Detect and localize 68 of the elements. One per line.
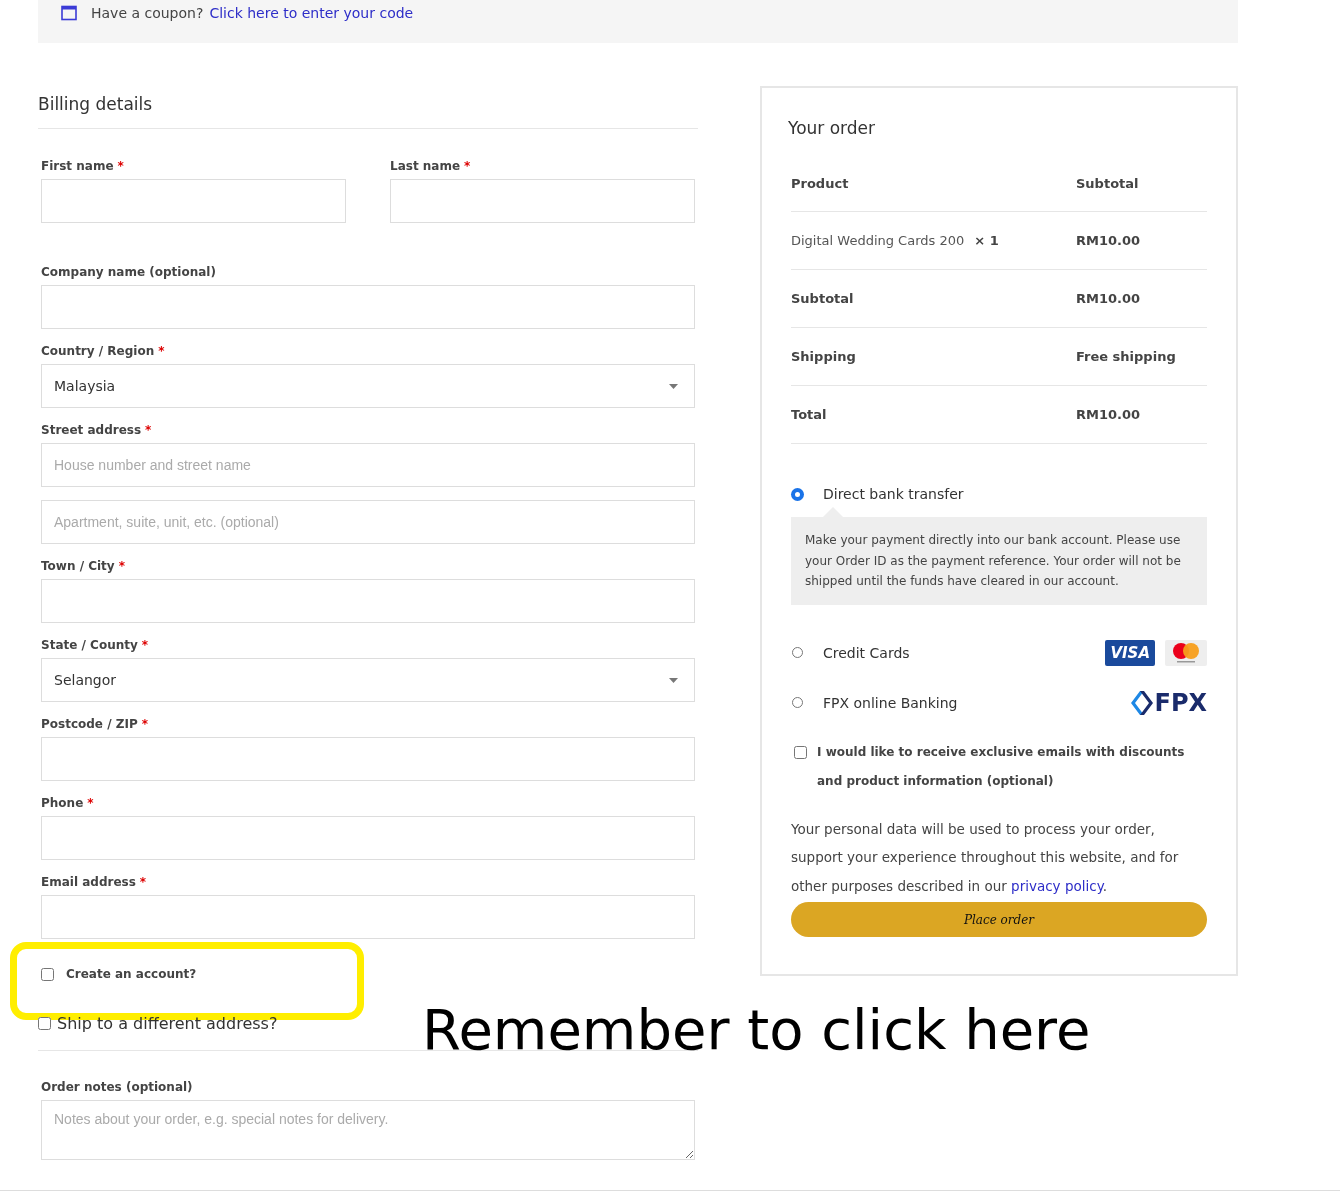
coupon-text: Have a coupon? bbox=[91, 5, 204, 21]
required-mark: * bbox=[141, 638, 149, 652]
window-icon bbox=[61, 5, 77, 21]
section-title: Your order bbox=[788, 118, 877, 138]
checkbox[interactable] bbox=[41, 967, 54, 981]
caret-icon bbox=[669, 677, 678, 683]
required-mark: * bbox=[117, 159, 124, 173]
table-cell: RM10.00 bbox=[1076, 291, 1141, 306]
privacy-text: Your personal data will be used to process your order, support your experience throughout this website, and for other purposes described in our privacy policy. bbox=[791, 819, 1180, 896]
field-label: Town / City * bbox=[41, 559, 126, 573]
field-label: Last name * bbox=[390, 159, 472, 173]
input-field[interactable] bbox=[41, 579, 695, 623]
notes-field[interactable]: Notes about your order, e.g. special notes for delivery. bbox=[41, 1100, 695, 1160]
table-cell: Free shipping bbox=[1076, 349, 1176, 364]
select-field[interactable]: Malaysia bbox=[41, 364, 695, 408]
privacy-link[interactable]: privacy policy bbox=[1011, 877, 1103, 894]
table-cell: RM10.00 bbox=[1076, 407, 1141, 422]
caret-icon bbox=[669, 383, 678, 389]
column-header: Product bbox=[791, 176, 850, 191]
card-logo-icon bbox=[1165, 639, 1207, 666]
payment-description: Make your payment directly into our bank account. Please use your Order ID as the payment reference. Your order will not be shipped until the funds have cleared in our account. bbox=[791, 517, 1207, 605]
field-label: Order notes (optional) bbox=[41, 1080, 194, 1094]
input-field[interactable]: House number and street name bbox=[41, 443, 695, 487]
payment-label: Direct bank transfer bbox=[823, 486, 964, 502]
input-field[interactable]: Apartment, suite, unit, etc. (optional) bbox=[41, 500, 695, 544]
field-label: State / County * bbox=[41, 638, 150, 652]
required-mark: * bbox=[464, 159, 471, 173]
checkbox-label: Create an account? bbox=[66, 967, 197, 981]
annotation-text: Remember to click here bbox=[422, 996, 1091, 1064]
field-label: Postcode / ZIP * bbox=[41, 717, 149, 731]
product-name: Digital Wedding Cards 200 bbox=[791, 233, 965, 248]
field-label: Company name (optional) bbox=[41, 265, 217, 279]
required-mark: * bbox=[145, 423, 152, 437]
place-order-button[interactable]: Place order bbox=[791, 902, 1207, 937]
required-mark: * bbox=[118, 559, 125, 573]
input-field[interactable] bbox=[41, 285, 695, 329]
checkbox[interactable] bbox=[794, 745, 807, 759]
table-cell-text: Total bbox=[791, 407, 828, 422]
select-field[interactable]: Selangor bbox=[41, 658, 695, 702]
checkbox-label: I would like to receive exclusive emails with discounts and product information (optional) bbox=[817, 743, 1186, 790]
field-label: Phone * bbox=[41, 796, 95, 810]
table-cell-text: Subtotal bbox=[791, 291, 855, 306]
checkbox-label: Ship to a different address? bbox=[57, 1014, 278, 1033]
field-label: First name * bbox=[41, 159, 125, 173]
bank-logo: FPX bbox=[1130, 688, 1207, 717]
section-title: Billing details bbox=[38, 94, 698, 129]
field-label: Email address * bbox=[41, 875, 148, 889]
input-field[interactable] bbox=[41, 737, 695, 781]
required-mark: * bbox=[139, 875, 147, 889]
required-mark: * bbox=[87, 796, 94, 810]
coupon-link[interactable]: Click here to enter your code bbox=[209, 5, 414, 21]
payment-label: Credit Cards bbox=[823, 644, 910, 661]
input-field[interactable] bbox=[41, 895, 695, 939]
radio-button[interactable] bbox=[792, 488, 803, 500]
input-field[interactable] bbox=[41, 179, 346, 223]
input-field[interactable] bbox=[390, 179, 695, 223]
input-field[interactable] bbox=[41, 816, 695, 860]
field-label: Country / Region * bbox=[41, 344, 166, 358]
table-cell-text: Shipping bbox=[791, 349, 857, 364]
card-logo: VISA bbox=[1105, 639, 1155, 666]
required-mark: * bbox=[158, 344, 165, 358]
column-header: Subtotal bbox=[1076, 176, 1139, 191]
required-mark: * bbox=[141, 717, 148, 731]
payment-label: FPX online Banking bbox=[823, 694, 958, 711]
field-label: Street address * bbox=[41, 423, 153, 437]
table-cell: RM10.00 bbox=[1076, 233, 1141, 248]
checkbox[interactable] bbox=[38, 1017, 51, 1030]
quantity-text: × 1 bbox=[974, 233, 999, 248]
